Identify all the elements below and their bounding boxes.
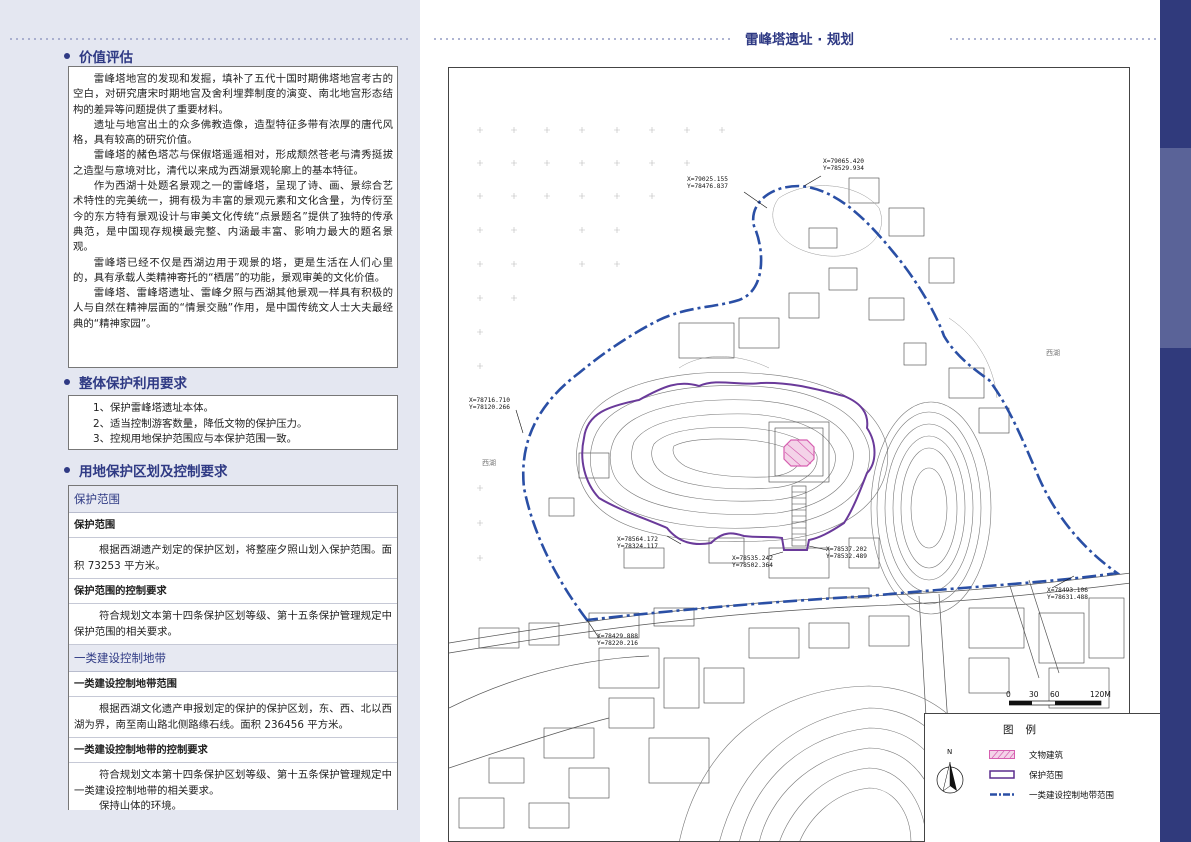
coordinate-label: X=79025.155 Y=78476.837 [687, 176, 728, 190]
map-title: 雷峰塔遗址 · 规划 [745, 32, 855, 48]
coord-x: X=78429.888 [597, 633, 638, 640]
value-heading: 价值评估 [64, 46, 133, 66]
scale-label: 0 [1006, 690, 1011, 699]
protect-control-text: 符合规划文本第十四条保护区划等级、第十五条保护管理规定中保护范围的相关要求。 [69, 604, 397, 645]
legend-label: 保护范围 [1029, 771, 1064, 781]
legend-label: 文物建筑 [1029, 751, 1064, 761]
protection-swatch-icon [989, 770, 1015, 779]
legend-title: 图例 [1003, 724, 1048, 736]
map-legend: 图例 N 文物建筑 保护范围 一类建设控制地带范围 [924, 713, 1160, 842]
north-label: N [947, 748, 953, 756]
control-zone-line [521, 184, 1121, 622]
value-paragraph: 雷峰塔、雷峰塔遗址、雷峰夕照与西湖其他景观一样具有积极的人与自然在精神层面的“情… [73, 287, 393, 330]
control-zone-swatch-icon [990, 793, 1014, 796]
bullet-icon [64, 53, 70, 59]
north-arrow-shape [936, 761, 964, 794]
coord-y: Y=78324.117 [617, 543, 658, 550]
requirement-item: 1、保护雷峰塔遗址本体。 [93, 402, 214, 414]
coordinate-label: X=78537.202 Y=78532.489 [826, 546, 867, 560]
scale-label: 120M [1090, 690, 1111, 699]
zone1-control-text: 符合规划文本第十四条保护区划等级、第十五条保护管理规定中一类建设控制地带的相关要… [74, 769, 392, 797]
requirement-item: 3、控规用地保护范围应与本保护范围一致。 [93, 433, 298, 445]
value-paragraph: 雷峰塔地宫的发现和发掘，填补了五代十国时期佛塔地宫考古的空白，对研究唐宋时期地宫… [73, 73, 393, 116]
strip-block [1160, 148, 1191, 348]
value-text-box: 雷峰塔地宫的发现和发掘，填补了五代十国时期佛塔地宫考古的空白，对研究唐宋时期地宫… [68, 66, 398, 368]
zone1-range-text: 根据西湖文化遗产申报划定的保护的保护区划，东、西、北以西湖为界，南至南山路北侧路… [69, 697, 397, 738]
bullet-icon [64, 379, 70, 385]
coord-y: Y=78631.488 [1047, 594, 1088, 601]
coordinate-label: X=78493.106 Y=78631.488 [1047, 587, 1088, 601]
coord-x: X=78493.106 [1047, 587, 1088, 594]
zone1-control-subtitle: 一类建设控制地带的控制要求 [69, 738, 397, 763]
upper-garden-contours [678, 185, 998, 399]
east-hill-contours [870, 401, 992, 615]
coord-x: X=78535.242 [732, 555, 773, 562]
coordinate-label: X=78716.710 Y=78120.266 [469, 397, 510, 411]
zoning-heading: 用地保护区划及控制要求 [64, 460, 228, 480]
coordinate-label: X=78429.888 Y=78220.216 [597, 633, 638, 647]
requirement-item: 2、适当控制游客数量，降低文物的保护压力。 [93, 417, 308, 430]
value-paragraph: 雷峰塔的赭色塔芯与保俶塔遥遥相对，形成颓然苍老与清秀挺拔之造型与意境对比，清代以… [73, 149, 393, 177]
coord-y: Y=78220.216 [597, 640, 638, 647]
main-hill-contours [576, 372, 889, 542]
coord-x: X=79065.420 [823, 158, 864, 165]
place-label-west-lake: 西湖 [1046, 349, 1060, 357]
value-paragraph: 遗址与地宫出土的众多佛教造像，造型特征多带有浓厚的唐代风格，具有较高的研究价值。 [73, 118, 393, 147]
dotted-divider [8, 38, 412, 40]
value-heading-text: 价值评估 [79, 50, 133, 66]
relic-swatch-icon [989, 750, 1015, 759]
relic-building [783, 439, 815, 467]
scale-label: 30 [1029, 690, 1039, 699]
zone1-title: 一类建设控制地带 [69, 645, 397, 672]
lake-grid-marks [477, 127, 725, 561]
protect-range-title: 保护范围 [69, 486, 397, 513]
value-paragraph: 作为西湖十处题名景观之一的雷峰塔，呈现了诗、画、景综合艺术特性的完美统一，拥有极… [73, 180, 393, 254]
coord-x: X=78716.710 [469, 397, 510, 404]
dotted-divider [432, 38, 732, 40]
scale-bar: 0 30 60 120M [1006, 690, 1116, 710]
value-paragraph: 雷峰塔已经不仅是西湖边用于观景的塔，更是生活在人们心里的，具有承载人类精神寄托的… [73, 256, 393, 284]
zoning-table: 保护范围 保护范围 根据西湖遗产划定的保护区划，将整座夕照山划入保护范围。面积 … [68, 485, 398, 810]
zone1-range-subtitle: 一类建设控制地带范围 [69, 672, 397, 697]
coordinate-label: X=78535.242 Y=78502.364 [732, 555, 773, 569]
coordinate-leaders [515, 175, 1075, 639]
right-decor-strip [1160, 0, 1191, 842]
protect-range-subtitle: 保护范围 [69, 513, 397, 538]
coordinate-label: X=79065.420 Y=78529.934 [823, 158, 864, 172]
coord-x: X=78537.202 [826, 546, 867, 553]
scale-ruler [1009, 700, 1102, 706]
legend-label: 一类建设控制地带范围 [1029, 791, 1115, 801]
coord-x: X=79025.155 [687, 176, 728, 183]
requirements-heading-text: 整体保护利用要求 [79, 376, 187, 392]
zone1-environment-text: 保持山体的环境。 [98, 800, 183, 810]
bullet-icon [64, 467, 70, 473]
coord-y: Y=78120.266 [469, 404, 510, 411]
zoning-heading-text: 用地保护区划及控制要求 [79, 464, 228, 480]
requirements-heading: 整体保护利用要求 [64, 372, 187, 392]
requirements-box: 1、保护雷峰塔遗址本体。 2、适当控制游客数量，降低文物的保护压力。 3、控规用… [68, 395, 398, 450]
protect-range-text: 根据西湖遗产划定的保护区划，将整座夕照山划入保护范围。面积 73253 平方米。 [69, 538, 397, 579]
left-text-panel: 价值评估 雷峰塔地宫的发现和发掘，填补了五代十国时期佛塔地宫考古的空白，对研究唐… [0, 0, 420, 842]
north-arrow-icon: N [935, 748, 965, 798]
coord-y: Y=78476.837 [687, 183, 728, 190]
protect-control-subtitle: 保护范围的控制要求 [69, 579, 397, 604]
dotted-divider [948, 38, 1156, 40]
place-label-west-lake: 西湖 [482, 459, 496, 467]
scale-label: 60 [1050, 690, 1060, 699]
coord-y: Y=78532.489 [826, 553, 867, 560]
coordinate-label: X=78564.172 Y=78324.117 [617, 536, 658, 550]
coord-y: Y=78502.364 [732, 562, 773, 569]
coord-x: X=78564.172 [617, 536, 658, 543]
coord-y: Y=78529.934 [823, 165, 864, 172]
